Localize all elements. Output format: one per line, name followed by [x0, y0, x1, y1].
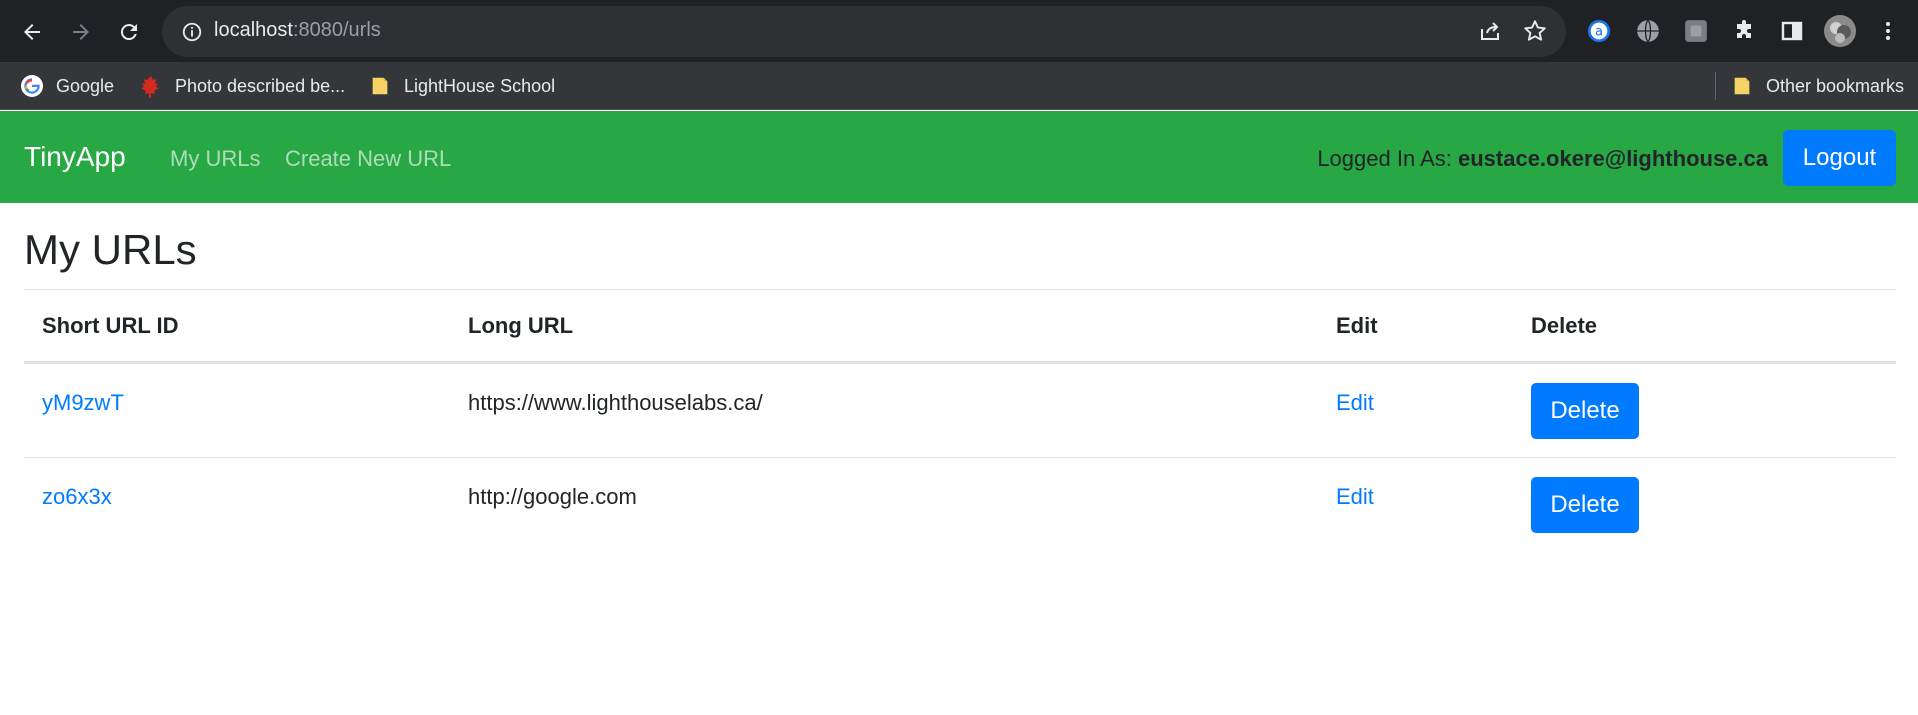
logout-button[interactable]: Logout	[1783, 130, 1896, 186]
logged-in-label: Logged In As:	[1317, 146, 1458, 171]
folder-icon	[1730, 74, 1754, 98]
reload-icon	[120, 24, 137, 41]
short-url-link[interactable]: yM9zwT	[42, 364, 450, 416]
bookmark-google[interactable]: Google	[20, 73, 114, 99]
info-icon[interactable]	[181, 21, 203, 43]
short-url-cell: yM9zwT	[24, 362, 450, 458]
column-header-short-url: Short URL ID	[24, 289, 450, 364]
back-button[interactable]	[15, 15, 49, 49]
urls-table: Short URL ID Long URL Edit Delete yM9zwT…	[24, 289, 1896, 551]
long-url-cell: https://www.lighthouselabs.ca/	[450, 362, 1318, 458]
delete-button[interactable]: Delete	[1531, 477, 1639, 533]
url-path: :8080/urls	[292, 19, 381, 41]
other-bookmarks-label: Other bookmarks	[1766, 75, 1905, 96]
bookmark-label: LightHouse School	[404, 75, 556, 96]
maple-leaf-icon	[139, 74, 163, 98]
brand-logo[interactable]: TinyApp	[24, 141, 126, 173]
short-url-link[interactable]: zo6x3x	[42, 458, 450, 510]
share-icon[interactable]	[1478, 19, 1502, 43]
browser-toolbar: localhost:8080/urls a	[0, 0, 1918, 62]
arrow-right-icon	[73, 24, 89, 40]
edit-link[interactable]: Edit	[1336, 458, 1513, 510]
short-url-cell: zo6x3x	[24, 458, 450, 552]
edit-link[interactable]: Edit	[1336, 364, 1513, 416]
column-header-long-url: Long URL	[450, 289, 1318, 364]
column-header-delete: Delete	[1513, 289, 1896, 364]
url-text: localhost:8080/urls	[214, 19, 381, 42]
folder-icon	[368, 74, 392, 98]
delete-cell: Delete	[1513, 458, 1896, 552]
nav-create-new-url[interactable]: Create New URL	[285, 146, 451, 172]
delete-button[interactable]: Delete	[1531, 383, 1639, 439]
column-header-edit: Edit	[1318, 289, 1513, 364]
delete-cell: Delete	[1513, 362, 1896, 458]
address-bar[interactable]: localhost:8080/urls	[162, 6, 1566, 57]
extensions-puzzle-icon[interactable]	[1730, 17, 1758, 45]
long-url-text: http://google.com	[468, 484, 637, 509]
bookmark-photo[interactable]: Photo described be...	[139, 73, 345, 99]
table-row: yM9zwT https://www.lighthouselabs.ca/ Ed…	[24, 362, 1896, 458]
table-row: zo6x3x http://google.com Edit Delete	[24, 458, 1896, 552]
page-title: My URLs	[24, 226, 197, 273]
other-bookmarks[interactable]: Other bookmarks	[1730, 73, 1904, 99]
extension-a-icon[interactable]: a	[1585, 17, 1613, 45]
bookmark-label: Google	[56, 75, 115, 96]
long-url-text: https://www.lighthouselabs.ca/	[468, 390, 763, 415]
side-panel-icon[interactable]	[1778, 17, 1806, 45]
google-icon	[20, 74, 44, 98]
forward-button[interactable]	[64, 15, 98, 49]
bookmark-lighthouse-school[interactable]: LightHouse School	[368, 73, 555, 99]
bookmark-label: Photo described be...	[175, 75, 346, 96]
bookmarks-bar: Google Photo described be... LightHouse …	[0, 62, 1918, 110]
profile-avatar[interactable]	[1823, 14, 1857, 48]
edit-cell: Edit	[1318, 362, 1513, 458]
table-header-row: Short URL ID Long URL Edit Delete	[24, 289, 1896, 364]
bookmarks-divider	[1715, 72, 1716, 100]
app-navbar: TinyApp My URLs Create New URL Logged In…	[0, 111, 1918, 203]
url-host: localhost	[214, 19, 293, 41]
reload-button[interactable]	[112, 15, 146, 49]
edit-cell: Edit	[1318, 458, 1513, 552]
bookmark-star-icon[interactable]	[1522, 18, 1548, 44]
logged-in-status: Logged In As: eustace.okere@lighthouse.c…	[1317, 146, 1768, 172]
nav-my-urls[interactable]: My URLs	[170, 146, 260, 172]
arrow-left-icon	[24, 24, 40, 40]
long-url-cell: http://google.com	[450, 458, 1318, 552]
globe-extension-icon[interactable]	[1634, 17, 1662, 45]
more-menu-icon[interactable]	[1874, 17, 1902, 45]
pocket-extension-icon[interactable]	[1682, 17, 1710, 45]
user-email: eustace.okere@lighthouse.ca	[1457, 146, 1768, 171]
svg-text:a: a	[1595, 25, 1603, 40]
